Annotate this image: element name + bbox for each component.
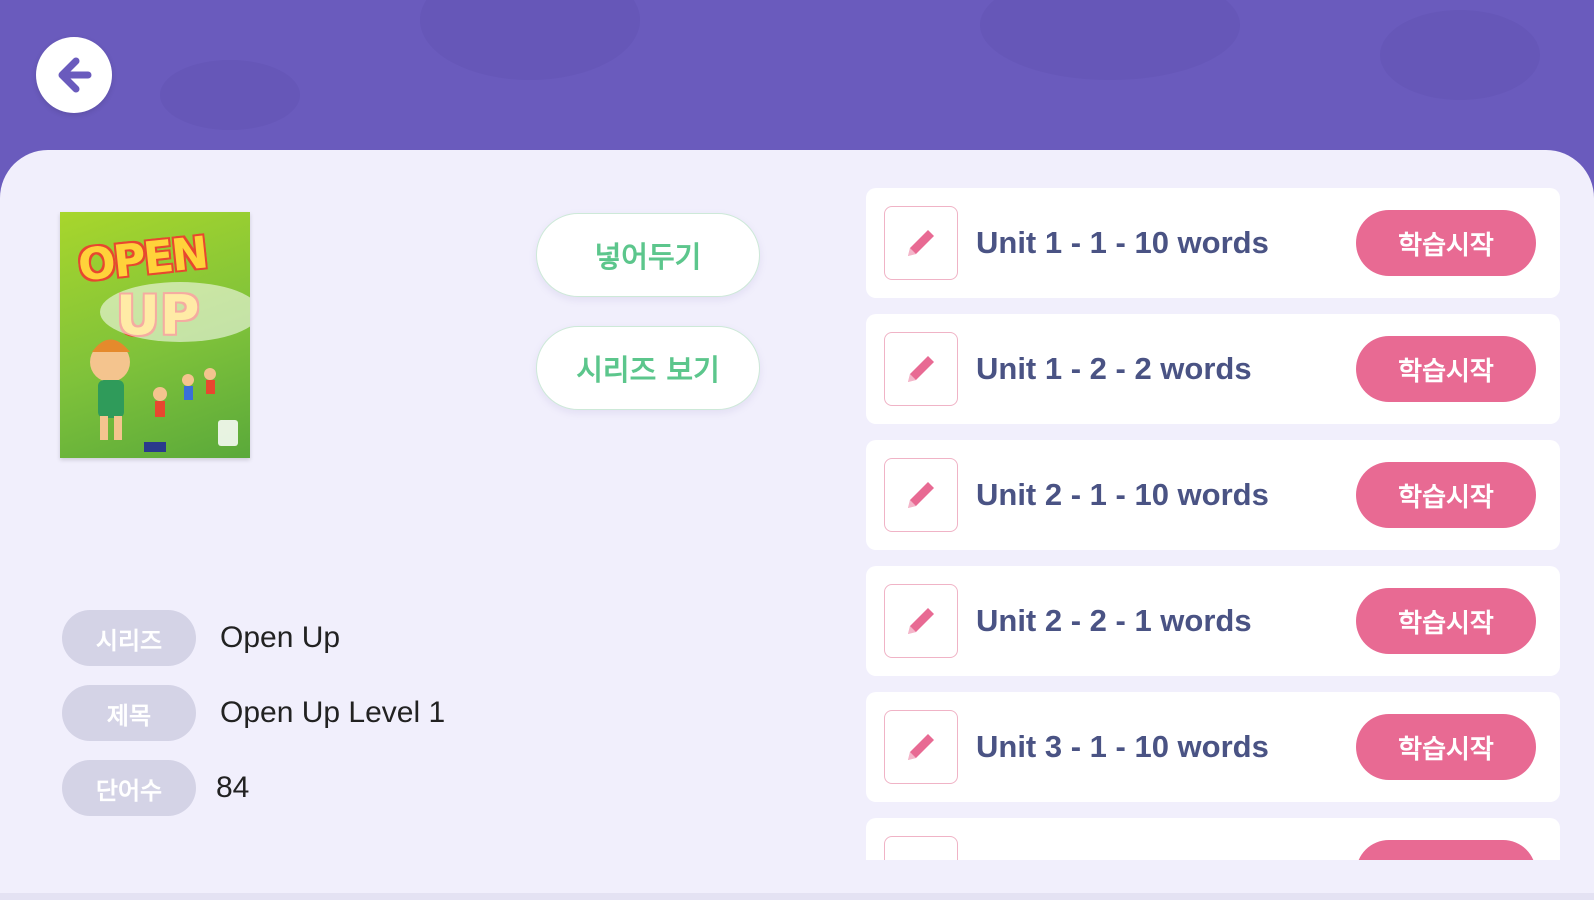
bottom-edge xyxy=(0,893,1594,900)
unit-label: Unit 1 - 2 - 2 words xyxy=(976,351,1252,386)
arrow-left-icon xyxy=(58,57,92,93)
pencil-icon xyxy=(908,356,934,382)
info-title-tag: 제목 xyxy=(62,685,196,741)
pencil-icon xyxy=(908,482,934,508)
unit-row[interactable]: Unit 2 - 2 - 1 words 학습시작 xyxy=(866,566,1560,676)
pencil-icon xyxy=(908,608,934,634)
cover-illustration xyxy=(90,282,250,452)
start-study-button[interactable]: 학습시작 xyxy=(1356,210,1536,276)
edit-button[interactable] xyxy=(884,584,958,658)
header-decoration xyxy=(420,0,640,80)
info-series-row: 시리즈 Open Up xyxy=(62,610,340,666)
unit-row[interactable]: Unit 1 - 2 - 2 words 학습시작 xyxy=(866,314,1560,424)
unit-label: Unit 1 - 1 - 10 words xyxy=(976,225,1269,260)
start-study-button[interactable]: 학습시작 xyxy=(1356,714,1536,780)
pencil-icon xyxy=(908,734,934,760)
edit-button[interactable] xyxy=(884,836,958,860)
start-study-button[interactable]: 학습시작 xyxy=(1356,336,1536,402)
edit-button[interactable] xyxy=(884,332,958,406)
info-wordcount-value: 84 xyxy=(216,771,250,804)
info-series-value: Open Up xyxy=(220,621,341,654)
unit-label: Unit 2 - 1 - 10 words xyxy=(976,477,1269,512)
start-study-button[interactable]: 학습시작 xyxy=(1356,588,1536,654)
edit-button[interactable] xyxy=(884,710,958,784)
header-decoration xyxy=(160,60,300,130)
header-decoration xyxy=(980,0,1240,80)
edit-button[interactable] xyxy=(884,206,958,280)
keep-book-button[interactable]: 넣어두기 xyxy=(536,213,760,297)
unit-row[interactable]: Unit 2 - 1 - 10 words 학습시작 xyxy=(866,440,1560,550)
info-wordcount-tag: 단어수 xyxy=(62,760,196,816)
start-study-button[interactable] xyxy=(1356,840,1536,860)
unit-label: Unit 3 - 1 - 10 words xyxy=(976,729,1269,764)
back-button[interactable] xyxy=(36,37,112,113)
unit-row[interactable] xyxy=(866,818,1560,860)
view-series-button[interactable]: 시리즈 보기 xyxy=(536,326,760,410)
unit-row[interactable]: Unit 3 - 1 - 10 words 학습시작 xyxy=(866,692,1560,802)
info-title-value: Open Up Level 1 xyxy=(220,696,446,729)
info-series-tag: 시리즈 xyxy=(62,610,196,666)
header-decoration xyxy=(1380,10,1540,100)
pencil-icon xyxy=(902,854,940,860)
edit-button[interactable] xyxy=(884,458,958,532)
info-title-row: 제목 Open Up Level 1 xyxy=(62,685,445,741)
start-study-button[interactable]: 학습시작 xyxy=(1356,462,1536,528)
info-wordcount-row: 단어수 84 xyxy=(62,760,249,816)
unit-list[interactable]: Unit 1 - 1 - 10 words 학습시작 Unit 1 - 2 - … xyxy=(866,188,1560,860)
pencil-icon xyxy=(908,230,934,256)
book-cover[interactable]: OPEN UP xyxy=(60,212,250,458)
unit-row[interactable]: Unit 1 - 1 - 10 words 학습시작 xyxy=(866,188,1560,298)
unit-label: Unit 2 - 2 - 1 words xyxy=(976,603,1252,638)
